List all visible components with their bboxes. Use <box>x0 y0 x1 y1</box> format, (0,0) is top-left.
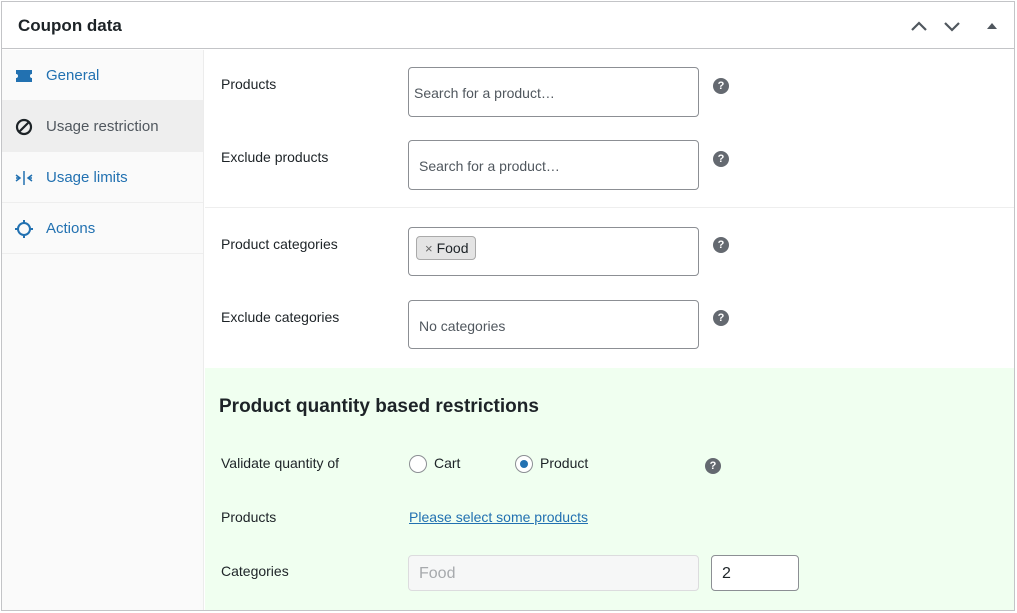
sidebar-item-usage-limits[interactable]: Usage limits <box>2 152 203 203</box>
sidebar-item-label: Usage limits <box>46 169 128 186</box>
product-categories-label: Product categories <box>221 236 338 252</box>
exclude-categories-label: Exclude categories <box>221 309 340 325</box>
help-icon[interactable]: ? <box>705 458 721 474</box>
category-name-field: Food <box>408 555 699 591</box>
quantity-products-label: Products <box>221 509 277 525</box>
panel-header: Coupon data <box>2 2 1014 49</box>
category-quantity-input[interactable]: 2 <box>711 555 799 591</box>
chip-label: Food <box>436 240 469 256</box>
coupon-data-panel: Coupon data General Usage restriction Us… <box>1 1 1015 611</box>
sidebar-item-label: General <box>46 67 100 84</box>
help-icon[interactable]: ? <box>713 78 729 94</box>
radio-cart-label[interactable]: Cart <box>434 455 460 471</box>
category-chip: × Food <box>416 236 476 260</box>
products-label: Products <box>221 76 277 92</box>
quantity-restrictions-section: Product quantity based restrictions Vali… <box>205 368 1014 610</box>
validate-quantity-label: Validate quantity of <box>221 455 340 471</box>
help-icon[interactable]: ? <box>713 237 729 253</box>
triangle-up-icon[interactable] <box>981 15 1003 37</box>
chevron-up-icon[interactable] <box>908 15 930 37</box>
help-icon[interactable]: ? <box>713 310 729 326</box>
help-icon[interactable]: ? <box>713 151 729 167</box>
sidebar-item-actions[interactable]: Actions <box>2 203 203 254</box>
exclude-products-placeholder: Search for a product… <box>419 158 560 174</box>
quantity-categories-label: Categories <box>221 563 289 579</box>
select-products-link[interactable]: Please select some products <box>409 509 588 525</box>
product-categories-select[interactable]: × Food <box>408 227 699 276</box>
sidebar-item-label: Usage restriction <box>46 118 159 135</box>
coupon-tabs-sidebar: General Usage restriction Usage limits A… <box>2 50 204 610</box>
exclude-products-search-input[interactable]: Search for a product… <box>408 140 699 190</box>
exclude-categories-select[interactable]: No categories <box>408 300 699 349</box>
category-quantity-value: 2 <box>722 565 731 582</box>
arrows-in-icon <box>14 168 34 188</box>
products-placeholder: Search for a product… <box>414 85 555 101</box>
radio-product[interactable] <box>515 455 533 473</box>
radio-product-label[interactable]: Product <box>540 455 588 471</box>
section-divider <box>205 207 1014 208</box>
no-entry-icon <box>14 117 34 137</box>
exclude-categories-placeholder: No categories <box>419 318 506 334</box>
sidebar-item-usage-restriction[interactable]: Usage restriction <box>2 101 203 152</box>
sidebar-item-general[interactable]: General <box>2 50 203 101</box>
section-title: Product quantity based restrictions <box>219 396 539 417</box>
ticket-icon <box>14 66 34 86</box>
gear-outline-icon <box>14 219 34 239</box>
sidebar-item-label: Actions <box>46 220 96 237</box>
usage-restriction-panel: Products Search for a product… ? Exclude… <box>205 50 1014 610</box>
products-search-input[interactable]: Search for a product… <box>408 67 699 117</box>
panel-title: Coupon data <box>18 16 122 35</box>
category-name-value: Food <box>419 565 456 582</box>
remove-chip-icon[interactable]: × <box>425 241 433 256</box>
exclude-products-label: Exclude products <box>221 149 329 165</box>
chevron-down-icon[interactable] <box>941 15 963 37</box>
radio-cart[interactable] <box>409 455 427 473</box>
